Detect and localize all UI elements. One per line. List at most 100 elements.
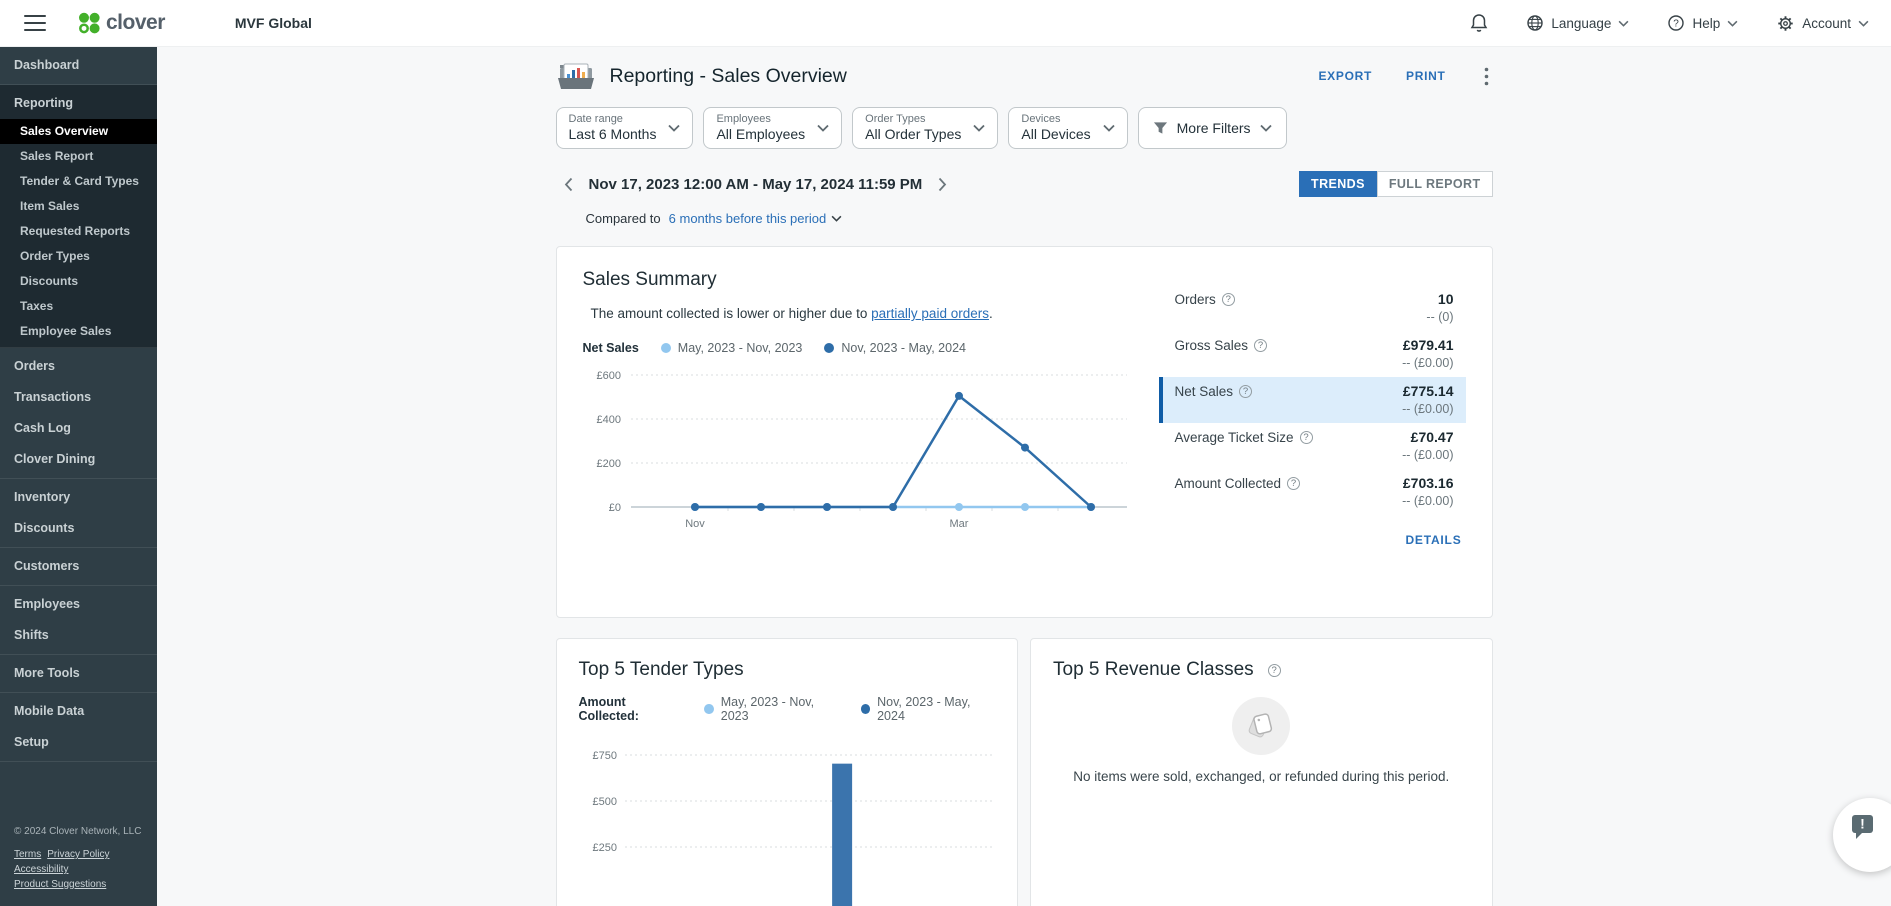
chevron-down-icon bbox=[1260, 124, 1272, 132]
sidebar-item-mobile-data[interactable]: Mobile Data bbox=[0, 696, 157, 727]
svg-text:?: ? bbox=[1674, 19, 1680, 30]
partially-paid-orders-link[interactable]: partially paid orders bbox=[871, 306, 989, 321]
help-tooltip-icon[interactable]: ? bbox=[1300, 431, 1313, 444]
filter-dropdown-date-range[interactable]: Date rangeLast 6 Months bbox=[556, 107, 694, 149]
help-tooltip-icon[interactable]: ? bbox=[1268, 664, 1281, 677]
brand-wordmark: clover bbox=[106, 11, 165, 35]
details-button[interactable]: DETAILS bbox=[1159, 533, 1466, 547]
sidebar-item-shifts[interactable]: Shifts bbox=[0, 620, 157, 651]
footer-link-terms[interactable]: Terms bbox=[14, 847, 41, 862]
metric-label: Orders? bbox=[1175, 292, 1235, 307]
footer-link-accessibility[interactable]: Accessibility bbox=[14, 862, 68, 877]
metric-row-net-sales[interactable]: Net Sales?£775.14-- (£0.00) bbox=[1159, 377, 1466, 423]
legend-title: Net Sales bbox=[583, 341, 639, 355]
compared-to-selector[interactable]: 6 months before this period bbox=[669, 211, 843, 226]
metric-label: Amount Collected? bbox=[1175, 476, 1301, 491]
previous-period-button[interactable] bbox=[562, 175, 575, 194]
notifications-button[interactable] bbox=[1470, 13, 1488, 33]
sidebar-item-sales-report[interactable]: Sales Report bbox=[0, 144, 157, 169]
more-filters-button[interactable]: More Filters bbox=[1138, 107, 1287, 149]
language-menu[interactable]: Language bbox=[1526, 14, 1629, 32]
export-button[interactable]: EXPORT bbox=[1318, 69, 1372, 83]
sidebar-item-inventory[interactable]: Inventory bbox=[0, 482, 157, 513]
legend-dot bbox=[824, 343, 834, 353]
copyright-text: © 2024 Clover Network, LLC bbox=[14, 824, 147, 839]
legend-item-may-2023-nov-2023: May, 2023 - Nov, 2023 bbox=[661, 341, 803, 355]
full-report-tab[interactable]: FULL REPORT bbox=[1377, 171, 1493, 197]
metric-label: Average Ticket Size? bbox=[1175, 430, 1313, 445]
revenue-classes-empty-state: No items were sold, exchanged, or refund… bbox=[1053, 697, 1470, 784]
chevron-down-icon bbox=[817, 124, 829, 132]
view-toggle: TRENDS FULL REPORT bbox=[1299, 171, 1492, 197]
filter-label: Date range bbox=[569, 113, 657, 125]
filter-dropdown-employees[interactable]: EmployeesAll Employees bbox=[703, 107, 842, 149]
svg-text:£750: £750 bbox=[592, 750, 616, 762]
sidebar-item-taxes[interactable]: Taxes bbox=[0, 294, 157, 319]
tender-types-legend: Amount Collected: May, 2023 - Nov, 2023N… bbox=[579, 695, 996, 723]
metric-row-amount-collected[interactable]: Amount Collected?£703.16-- (£0.00) bbox=[1159, 469, 1466, 515]
kebab-menu-icon[interactable] bbox=[1480, 67, 1493, 86]
top-revenue-classes-card: Top 5 Revenue Classes ? No items were so… bbox=[1030, 638, 1493, 906]
sidebar-item-discounts[interactable]: Discounts bbox=[0, 513, 157, 544]
metric-delta: -- (0) bbox=[1175, 310, 1454, 324]
filter-value: Last 6 Months bbox=[569, 126, 657, 142]
chevron-down-icon bbox=[1103, 124, 1115, 132]
sidebar-item-item-sales[interactable]: Item Sales bbox=[0, 194, 157, 219]
svg-text:£250: £250 bbox=[592, 842, 616, 854]
svg-text:!: ! bbox=[1860, 816, 1865, 832]
sidebar-item-reporting[interactable]: Reporting bbox=[0, 88, 157, 119]
sidebar-item-setup[interactable]: Setup bbox=[0, 727, 157, 758]
sidebar-item-requested-reports[interactable]: Requested Reports bbox=[0, 219, 157, 244]
footer-link-product-suggestions[interactable]: Product Suggestions bbox=[14, 877, 106, 892]
trends-tab[interactable]: TRENDS bbox=[1299, 171, 1377, 197]
metric-delta: -- (£0.00) bbox=[1175, 494, 1454, 508]
chevron-down-icon bbox=[973, 124, 985, 132]
help-tooltip-icon[interactable]: ? bbox=[1222, 293, 1235, 306]
chevron-down-icon bbox=[1858, 20, 1869, 27]
sidebar-item-customers[interactable]: Customers bbox=[0, 551, 157, 582]
funnel-icon bbox=[1153, 121, 1168, 135]
sidebar-item-transactions[interactable]: Transactions bbox=[0, 382, 157, 413]
metric-label: Net Sales? bbox=[1175, 384, 1253, 399]
report-folder-icon bbox=[556, 60, 596, 92]
help-tooltip-icon[interactable]: ? bbox=[1239, 385, 1252, 398]
sidebar-item-discounts[interactable]: Discounts bbox=[0, 269, 157, 294]
metric-row-orders[interactable]: Orders?10-- (0) bbox=[1159, 285, 1466, 331]
filter-label: Devices bbox=[1021, 113, 1090, 125]
svg-text:£0: £0 bbox=[608, 502, 620, 514]
sidebar-item-tender-card-types[interactable]: Tender & Card Types bbox=[0, 169, 157, 194]
help-tooltip-icon[interactable]: ? bbox=[1254, 339, 1267, 352]
print-button[interactable]: PRINT bbox=[1406, 69, 1446, 83]
legend-item-nov-2023-may-2024: Nov, 2023 - May, 2024 bbox=[861, 695, 995, 723]
sidebar-item-dashboard[interactable]: Dashboard bbox=[0, 50, 157, 81]
help-tooltip-icon[interactable]: ? bbox=[1287, 477, 1300, 490]
sidebar-item-cash-log[interactable]: Cash Log bbox=[0, 413, 157, 444]
metric-row-average-ticket-size[interactable]: Average Ticket Size?£70.47-- (£0.00) bbox=[1159, 423, 1466, 469]
filter-dropdown-order-types[interactable]: Order TypesAll Order Types bbox=[852, 107, 998, 149]
chevron-down-icon bbox=[1727, 20, 1738, 27]
compared-to-label: Compared to bbox=[586, 211, 661, 226]
hamburger-menu-icon[interactable] bbox=[24, 15, 46, 31]
page-header: Reporting - Sales Overview EXPORT PRINT bbox=[556, 60, 1493, 92]
chevron-down-icon bbox=[1618, 20, 1629, 27]
sidebar-item-employees[interactable]: Employees bbox=[0, 589, 157, 620]
sidebar-item-clover-dining[interactable]: Clover Dining bbox=[0, 444, 157, 475]
clover-leaf-icon bbox=[76, 10, 102, 36]
sidebar-item-more-tools[interactable]: More Tools bbox=[0, 658, 157, 689]
sidebar-item-employee-sales[interactable]: Employee Sales bbox=[0, 319, 157, 344]
clover-logo[interactable]: clover bbox=[76, 10, 165, 36]
help-menu[interactable]: ? Help bbox=[1667, 14, 1738, 32]
sidebar-footer: © 2024 Clover Network, LLC Terms Privacy … bbox=[0, 814, 157, 906]
account-label: Account bbox=[1802, 16, 1851, 31]
filter-dropdown-devices[interactable]: DevicesAll Devices bbox=[1008, 107, 1127, 149]
legend-dot bbox=[861, 704, 870, 714]
account-menu[interactable]: Account bbox=[1776, 14, 1869, 33]
sidebar-item-sales-overview[interactable]: Sales Overview bbox=[0, 119, 157, 144]
footer-link-privacy-policy[interactable]: Privacy Policy bbox=[47, 847, 109, 862]
next-period-button[interactable] bbox=[936, 175, 949, 194]
sidebar-item-order-types[interactable]: Order Types bbox=[0, 244, 157, 269]
gear-icon bbox=[1776, 14, 1795, 33]
revenue-classes-title: Top 5 Revenue Classes bbox=[1053, 659, 1254, 681]
metric-row-gross-sales[interactable]: Gross Sales?£979.41-- (£0.00) bbox=[1159, 331, 1466, 377]
sidebar-item-orders[interactable]: Orders bbox=[0, 351, 157, 382]
